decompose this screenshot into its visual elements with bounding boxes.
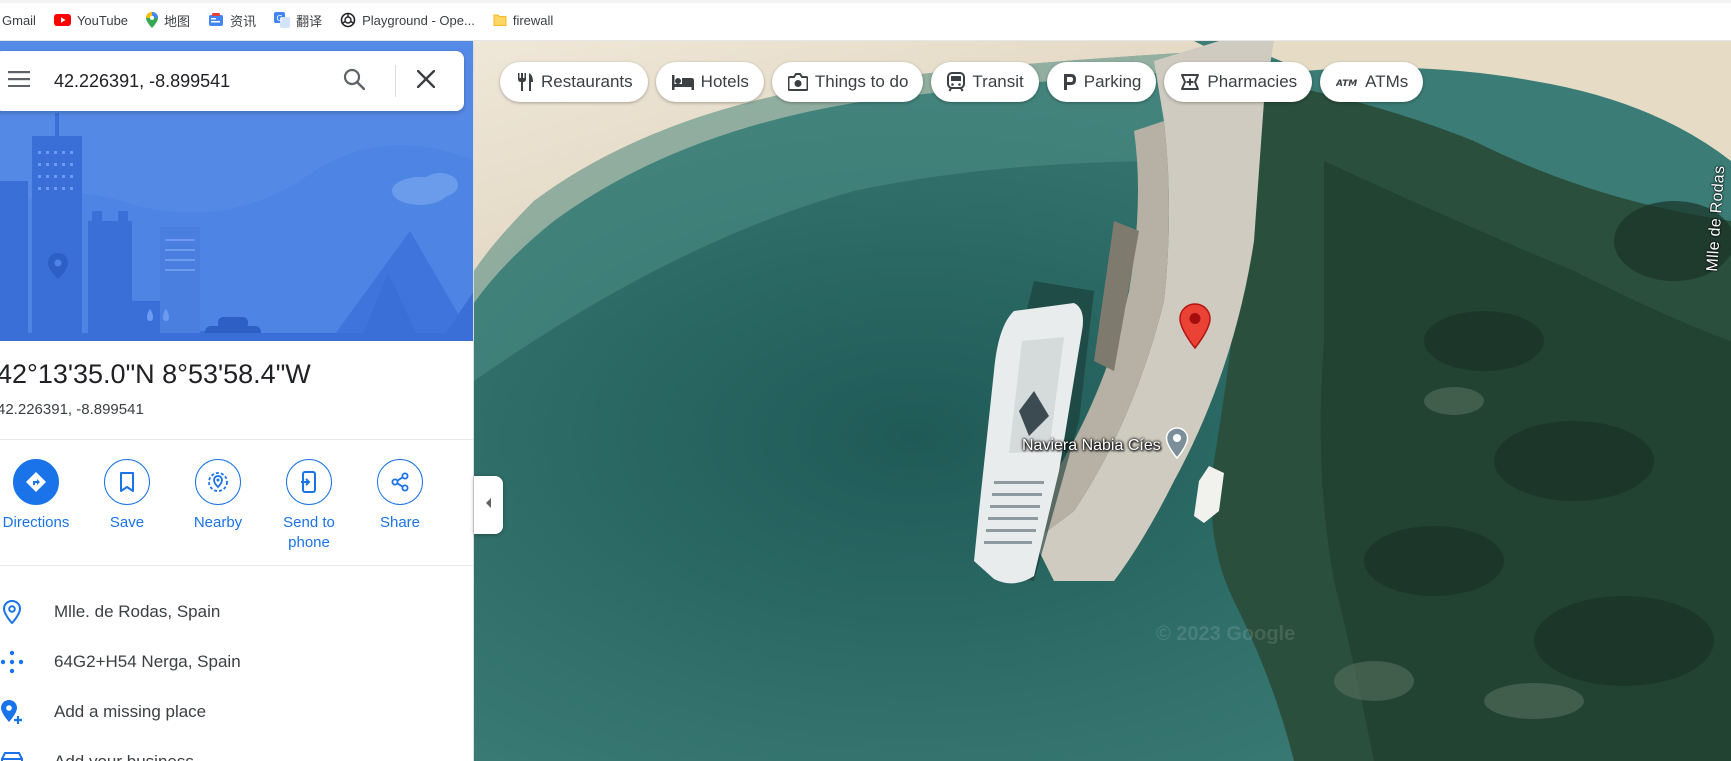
chip-things-to-do[interactable]: Things to do — [771, 62, 924, 102]
nearby-icon — [195, 459, 241, 505]
chip-label: Parking — [1083, 72, 1142, 91]
info-row-add-place[interactable]: Add a missing place — [0, 687, 473, 737]
share-icon — [377, 459, 423, 505]
category-chips: Restaurants Hotels Things to do Transit … — [500, 62, 1424, 102]
bookmark-label: 地图 — [164, 13, 191, 29]
selected-location-pin-icon[interactable] — [1178, 302, 1212, 350]
chip-restaurants[interactable]: Restaurants — [500, 62, 648, 102]
search-input[interactable] — [54, 51, 304, 111]
divider — [0, 439, 473, 440]
directions-button[interactable]: Directions — [0, 459, 81, 533]
bookmark-news[interactable]: 资讯 — [208, 11, 256, 30]
save-button[interactable]: Save — [82, 459, 172, 533]
chip-label: Pharmacies — [1207, 72, 1298, 91]
map-canvas[interactable]: Mlle de Rodas © 2023 Google — [474, 41, 1731, 761]
info-row-add-business[interactable]: Add your business — [0, 737, 473, 761]
chip-pharmacies[interactable]: Pharmacies — [1164, 62, 1313, 102]
bookmark-gmail[interactable]: Gmail — [2, 13, 36, 28]
bookmarks-bar: Gmail YouTube 地图 资讯 G 翻译 Playground - Op… — [0, 0, 1731, 41]
openai-icon — [340, 12, 356, 28]
folder-icon — [493, 13, 507, 27]
send-to-phone-button[interactable]: Send to phone — [264, 459, 354, 553]
search-box — [0, 51, 464, 111]
plus-code-icon — [0, 649, 24, 675]
atm-icon: ATM — [1336, 76, 1358, 88]
search-divider — [395, 65, 396, 97]
action-label: Directions — [2, 514, 70, 531]
camera-icon — [787, 73, 808, 91]
close-button[interactable] — [406, 61, 446, 101]
chip-label: Restaurants — [541, 72, 633, 91]
place-title: 42°13'35.0"N 8°53'58.4"W — [0, 359, 311, 389]
chip-label: ATMs — [1365, 72, 1409, 91]
chip-label: Hotels — [700, 72, 749, 91]
poi-label: Naviera Nabia Cíes — [1022, 436, 1161, 454]
info-text: Mlle. de Rodas, Spain — [54, 602, 221, 621]
bookmark-label: firewall — [512, 12, 554, 28]
search-button[interactable] — [334, 61, 374, 101]
chevron-left-icon — [484, 496, 494, 515]
business-icon — [0, 749, 24, 761]
restaurant-icon — [516, 72, 534, 92]
bookmark-playground[interactable]: Playground - Ope... — [340, 12, 475, 28]
menu-button[interactable] — [0, 51, 44, 111]
pharmacy-icon — [1180, 72, 1200, 92]
toolbar-edge — [0, 0, 1731, 3]
youtube-icon — [53, 14, 71, 26]
news-icon — [208, 13, 224, 27]
maps-icon — [146, 12, 159, 28]
chip-atms[interactable]: ATM ATMs — [1320, 62, 1424, 102]
bookmark-label: 翻译 — [296, 13, 323, 29]
bookmark-label: YouTube — [76, 12, 129, 28]
action-label: Send to phone — [283, 514, 335, 551]
action-label: Save — [109, 514, 145, 531]
parking-icon — [1063, 73, 1077, 91]
divider — [0, 565, 473, 566]
bookmark-maps[interactable]: 地图 — [146, 11, 190, 30]
satellite-imagery — [474, 41, 1731, 761]
directions-icon — [13, 459, 59, 505]
svg-text:ATM: ATM — [1336, 79, 1357, 88]
side-panel: 42°13'35.0"N 8°53'58.4"W 42.226391, -8.8… — [0, 41, 474, 761]
info-text: Add a missing place — [54, 702, 207, 721]
transit-icon — [947, 72, 966, 92]
share-button[interactable]: Share — [355, 459, 445, 533]
bookmark-youtube[interactable]: YouTube — [53, 12, 129, 28]
action-buttons: Directions Save Nearby Send to phone Sha… — [0, 459, 473, 599]
bookmark-translate[interactable]: G 翻译 — [274, 11, 322, 30]
info-row-address[interactable]: Mlle. de Rodas, Spain — [0, 587, 473, 637]
bookmark-icon — [104, 459, 150, 505]
send-to-phone-icon — [286, 459, 332, 505]
nearby-button[interactable]: Nearby — [173, 459, 263, 533]
chip-transit[interactable]: Transit — [931, 62, 1039, 102]
info-text: 64G2+H54 Nerga, Spain — [54, 652, 241, 671]
poi-pin-icon — [1165, 427, 1189, 464]
add-place-icon — [0, 699, 24, 725]
info-row-plus-code[interactable]: 64G2+H54 Nerga, Spain — [0, 637, 473, 687]
translate-icon: G — [274, 12, 291, 28]
action-label: Nearby — [193, 514, 243, 531]
place-subtitle: 42.226391, -8.899541 — [0, 401, 144, 418]
chip-hotels[interactable]: Hotels — [655, 62, 764, 102]
menu-icon — [8, 70, 30, 92]
bookmark-label: Gmail — [2, 12, 36, 28]
bookmark-label: Playground - Ope... — [362, 12, 475, 28]
info-text: Add your business — [54, 752, 194, 761]
collapse-panel-button[interactable] — [474, 476, 503, 534]
svg-text:G: G — [277, 14, 283, 23]
chip-label: Things to do — [814, 72, 909, 91]
location-pin-icon — [0, 599, 24, 625]
chip-label: Transit — [972, 72, 1024, 91]
hotel-icon — [671, 74, 694, 90]
bookmark-firewall[interactable]: firewall — [493, 13, 553, 28]
search-icon — [343, 68, 366, 95]
poi-marker[interactable]: Naviera Nabia Cíes — [1022, 427, 1189, 464]
chip-parking[interactable]: Parking — [1046, 62, 1157, 102]
action-label: Share — [379, 514, 421, 531]
bookmark-label: 资讯 — [230, 13, 257, 29]
close-icon — [416, 69, 436, 93]
map-watermark: © 2023 Google — [1156, 623, 1296, 645]
